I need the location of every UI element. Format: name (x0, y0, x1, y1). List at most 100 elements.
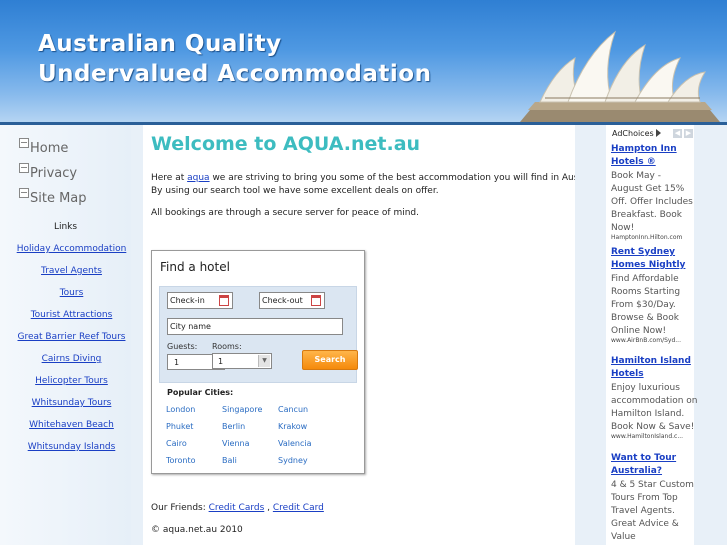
right-margin (694, 125, 727, 545)
city-link[interactable]: London (166, 405, 195, 414)
checkin-placeholder: Check-in (170, 296, 205, 305)
friends-line: Our Friends: Credit Cards , Credit Card (151, 503, 324, 513)
city-name-input[interactable]: City name (167, 318, 343, 335)
friends-label: Our Friends: (151, 503, 209, 513)
city-link[interactable]: Valencia (278, 439, 312, 448)
popular-cities-heading: Popular Cities: (167, 388, 234, 397)
credit-cards-link[interactable]: Credit Cards (209, 503, 265, 513)
city-link[interactable]: Vienna (222, 439, 249, 448)
intro-text-2: By using our search tool we have some ex… (151, 186, 439, 196)
nav-privacy-label: Privacy (30, 166, 78, 181)
sidebar-link[interactable]: Whitehaven Beach (0, 420, 143, 430)
sidebar-link[interactable]: Helicopter Tours (0, 376, 143, 386)
search-form: Check-in Check-out City name Guests: Roo… (159, 286, 358, 383)
secure-text: All bookings are through a secure server… (151, 208, 419, 218)
adchoices-text: AdChoices (612, 129, 654, 138)
checkout-field[interactable]: Check-out (259, 292, 325, 309)
intro-text: Here at aqua we are striving to bring yo… (151, 172, 605, 185)
ad-body-line: Enjoy luxurious (611, 383, 680, 393)
city-link[interactable]: Bali (222, 456, 237, 465)
city-link[interactable]: Sydney (278, 456, 308, 465)
sidebar-link[interactable]: Holiday Accommodation (0, 244, 143, 254)
calendar-icon[interactable] (311, 295, 321, 306)
ad-next-icon[interactable]: ▶ (684, 129, 693, 138)
nav-sitemap-label: Site Map (30, 191, 87, 206)
sidebar-link[interactable]: Great Barrier Reef Tours (0, 332, 143, 342)
chevron-down-icon: ▼ (258, 355, 270, 367)
page-title: Welcome to AQUA.net.au (151, 133, 421, 155)
ad-body-line: Hamilton Island. (611, 409, 685, 419)
rooms-select[interactable]: 1 ▼ (212, 353, 272, 369)
ad-title-line[interactable]: Rent Sydney (611, 246, 675, 259)
site-title-line1: Australian Quality (38, 31, 282, 57)
site-title-line2: Undervalued Accommodation (38, 61, 432, 87)
city-link[interactable]: Krakow (278, 422, 307, 431)
intro-prefix: Here at (151, 173, 188, 183)
opera-house-image (520, 30, 727, 124)
ad-title-line[interactable]: Hampton Inn (611, 143, 677, 156)
page-icon (19, 138, 29, 148)
page-icon (19, 188, 29, 198)
ad-url[interactable]: HamptonInn.Hilton.com (611, 234, 682, 241)
sidebar-link[interactable]: Whitsunday Tours (0, 398, 143, 408)
credit-card-link[interactable]: Credit Card (273, 503, 324, 513)
ad-title-line[interactable]: Australia? (611, 465, 662, 478)
friends-separator: , (264, 503, 273, 513)
hotel-search-widget: Find a hotel Check-in Check-out City nam… (151, 250, 365, 474)
ad-body-line: Value (611, 532, 636, 542)
ad-title-line[interactable]: Homes Nightly (611, 259, 685, 272)
city-link[interactable]: Singapore (222, 405, 262, 414)
ad-body-line: Browse & Book (611, 313, 679, 323)
ad-title-line[interactable]: Hotels (611, 368, 644, 381)
ad-body-line: Breakfast. Book (611, 210, 682, 220)
ad-body-line: Rooms Starting (611, 287, 681, 297)
ad-body-line: 4 & 5 Star Custom (611, 480, 694, 490)
search-button[interactable]: Search (302, 350, 358, 370)
sidebar-link[interactable]: Tourist Attractions (0, 310, 143, 320)
sidebar-link[interactable]: Cairns Diving (0, 354, 143, 364)
rooms-label: Rooms: (212, 342, 242, 351)
sidebar-link[interactable]: Whitsunday Islands (0, 442, 143, 452)
play-icon (655, 129, 661, 137)
copyright: © aqua.net.au 2010 (151, 525, 243, 535)
widget-title: Find a hotel (160, 260, 230, 274)
intro-suffix: we are striving to bring you some of the… (209, 173, 605, 183)
ad-body-line: Great Advice & (611, 519, 679, 529)
ad-title-line[interactable]: Hamilton Island (611, 355, 691, 368)
rooms-value: 1 (218, 357, 224, 366)
ad-body-line: Tours From Top (611, 493, 678, 503)
ad-prev-icon[interactable]: ◀ (673, 129, 682, 138)
left-gutter (131, 125, 143, 545)
ad-body-line: From $30/Day. (611, 300, 676, 310)
links-heading: Links (53, 222, 78, 232)
sidebar-link[interactable]: Travel Agents (0, 266, 143, 276)
city-link[interactable]: Phuket (166, 422, 193, 431)
aqua-link[interactable]: aqua (187, 173, 209, 183)
ad-body-line: Travel Agents. (611, 506, 675, 516)
ad-title-line[interactable]: Want to Tour (611, 452, 676, 465)
nav-home-label: Home (30, 141, 69, 156)
checkin-field[interactable]: Check-in (167, 292, 233, 309)
nav-sitemap[interactable]: Site Map (19, 188, 87, 206)
calendar-icon[interactable] (219, 295, 229, 306)
site-header: Australian Quality Undervalued Accommoda… (0, 0, 727, 124)
checkout-placeholder: Check-out (262, 296, 303, 305)
ad-url[interactable]: www.HamiltonIsland.c... (611, 433, 683, 440)
nav-privacy[interactable]: Privacy (19, 163, 77, 181)
ad-body-line: accommodation on (611, 396, 698, 406)
right-gutter (575, 125, 606, 545)
nav-home[interactable]: Home (19, 138, 68, 156)
ad-title-line[interactable]: Hotels ® (611, 156, 656, 169)
ad-url[interactable]: www.AirBnB.com/Syd... (611, 337, 681, 344)
ad-body-line: Book May - (611, 171, 661, 181)
ad-body-line: Find Affordable (611, 274, 679, 284)
city-link[interactable]: Toronto (166, 456, 196, 465)
city-link[interactable]: Cancun (278, 405, 308, 414)
sidebar-link[interactable]: Tours (0, 288, 143, 298)
ad-body-line: August Get 15% (611, 184, 685, 194)
city-link[interactable]: Berlin (222, 422, 245, 431)
city-link[interactable]: Cairo (166, 439, 187, 448)
page-icon (19, 163, 29, 173)
ad-body-line: Off. Offer Includes (611, 197, 693, 207)
adchoices-label[interactable]: AdChoices (612, 129, 661, 138)
